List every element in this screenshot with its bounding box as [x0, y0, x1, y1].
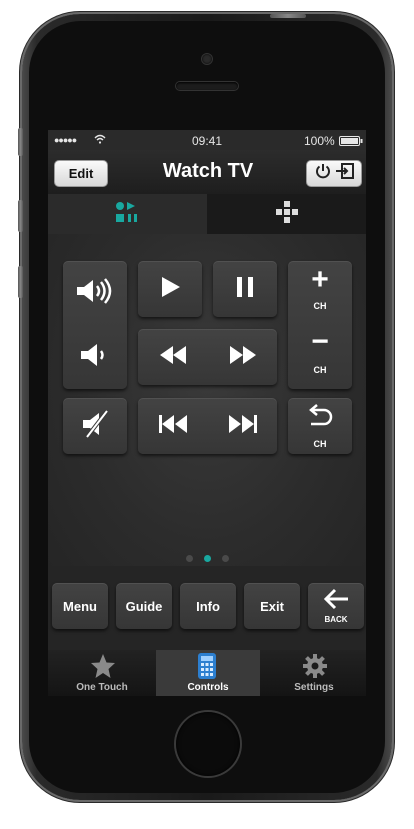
- rewind-button[interactable]: [138, 329, 207, 385]
- channel-rocker: + CH − CH: [288, 261, 352, 389]
- earpiece-speaker: [176, 82, 238, 90]
- play-icon: [159, 276, 181, 303]
- battery-icon: [339, 135, 363, 149]
- page-indicator: [186, 555, 232, 563]
- volume-down-button[interactable]: [63, 325, 127, 389]
- navigation-bar: Edit Watch TV: [48, 150, 366, 194]
- menu-button[interactable]: Menu: [52, 583, 108, 629]
- input-icon: [335, 162, 355, 185]
- skip-forward-button[interactable]: [208, 398, 277, 454]
- tab-media-controls[interactable]: [48, 194, 207, 234]
- channel-up-label: CH: [313, 301, 327, 311]
- page-title: Watch TV: [162, 160, 254, 182]
- tab-dpad[interactable]: [207, 194, 366, 234]
- page-dot-2[interactable]: [204, 555, 211, 562]
- tab-settings-label: Settings: [294, 682, 334, 693]
- sleep-button: [270, 14, 306, 18]
- channel-up-symbol: +: [311, 263, 329, 296]
- star-icon: [90, 653, 116, 684]
- channel-down-symbol: −: [311, 325, 329, 358]
- screen: ●●●●● 09:41 100% Edit Watch TV + CH − CH…: [48, 130, 366, 696]
- wifi-icon: [94, 133, 106, 147]
- front-camera: [202, 54, 212, 64]
- channel-down-button[interactable]: − CH: [288, 325, 352, 389]
- volume-up-icon: [75, 277, 115, 309]
- fast-forward-icon: [229, 345, 257, 370]
- mute-button[interactable]: [63, 398, 127, 454]
- exit-button[interactable]: Exit: [244, 583, 300, 629]
- skip-forward-icon: [228, 414, 258, 439]
- remote-icon: [197, 652, 217, 685]
- previous-channel-label: CH: [313, 439, 327, 449]
- pause-icon: [235, 276, 255, 303]
- battery-percent: 100%: [304, 134, 335, 148]
- mute-icon: [80, 409, 110, 443]
- media-controls-icon: [115, 201, 141, 228]
- back-button[interactable]: BACK: [308, 583, 364, 629]
- function-buttons-row: Menu Guide Info Exit BACK: [48, 566, 366, 650]
- tab-controls[interactable]: Controls: [156, 650, 260, 696]
- skip-rocker: [138, 398, 277, 454]
- back-label: BACK: [324, 615, 348, 624]
- volume-up-side-button: [18, 200, 23, 232]
- edit-button[interactable]: Edit: [54, 160, 108, 187]
- page-dot-3[interactable]: [222, 555, 229, 562]
- skip-back-button[interactable]: [138, 398, 207, 454]
- remote-tabs: [48, 194, 366, 234]
- volume-down-side-button: [18, 266, 23, 298]
- signal-strength: ●●●●●: [54, 135, 77, 145]
- dpad-icon: [275, 200, 299, 229]
- volume-up-button[interactable]: [63, 261, 127, 325]
- rewind-icon: [159, 345, 187, 370]
- channel-down-label: CH: [313, 365, 327, 375]
- page-dot-1[interactable]: [186, 555, 193, 562]
- tab-controls-label: Controls: [187, 682, 229, 693]
- home-button[interactable]: [176, 712, 240, 776]
- channel-up-button[interactable]: + CH: [288, 261, 352, 325]
- pause-button[interactable]: [213, 261, 277, 317]
- tab-one-touch[interactable]: One Touch: [50, 650, 154, 696]
- tab-one-touch-label: One Touch: [76, 682, 128, 693]
- play-button[interactable]: [138, 261, 202, 317]
- power-icon: [314, 162, 332, 185]
- previous-channel-button[interactable]: CH: [288, 398, 352, 454]
- bottom-tab-bar: One Touch Controls Settings: [48, 650, 366, 696]
- volume-down-icon: [79, 342, 111, 373]
- remote-control-pad: + CH − CH CH: [48, 234, 366, 594]
- skip-back-icon: [158, 414, 188, 439]
- mute-switch: [18, 128, 23, 156]
- back-arrow-icon: [322, 588, 350, 613]
- seek-rocker: [138, 329, 277, 385]
- power-input-button[interactable]: [306, 160, 362, 187]
- tab-settings[interactable]: Settings: [262, 650, 366, 696]
- guide-button[interactable]: Guide: [116, 583, 172, 629]
- volume-rocker: [63, 261, 127, 389]
- info-button[interactable]: Info: [180, 583, 236, 629]
- status-bar: ●●●●● 09:41 100%: [48, 130, 366, 150]
- status-time: 09:41: [192, 134, 223, 148]
- gear-icon: [302, 653, 328, 684]
- fast-forward-button[interactable]: [208, 329, 277, 385]
- return-arrow-icon: [306, 404, 334, 433]
